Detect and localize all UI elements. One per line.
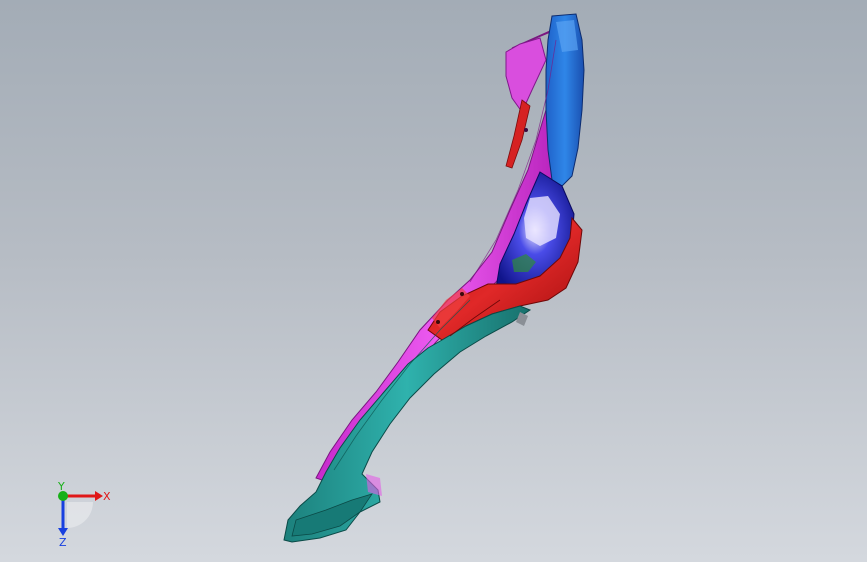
z-axis-label: Z	[59, 536, 67, 548]
x-axis-arrow-icon	[95, 491, 103, 501]
z-axis-arrow-icon	[58, 528, 68, 536]
pillar-top-cap	[505, 37, 547, 113]
x-axis-label: X	[103, 490, 111, 503]
orientation-triad[interactable]: X Y Z	[45, 478, 125, 548]
cad-viewport[interactable]: X Y Z	[0, 0, 867, 562]
lower-body	[283, 305, 532, 543]
pillar-edge-strip	[505, 99, 531, 169]
y-axis-label: Y	[57, 480, 65, 493]
3d-model-part[interactable]	[0, 0, 867, 562]
